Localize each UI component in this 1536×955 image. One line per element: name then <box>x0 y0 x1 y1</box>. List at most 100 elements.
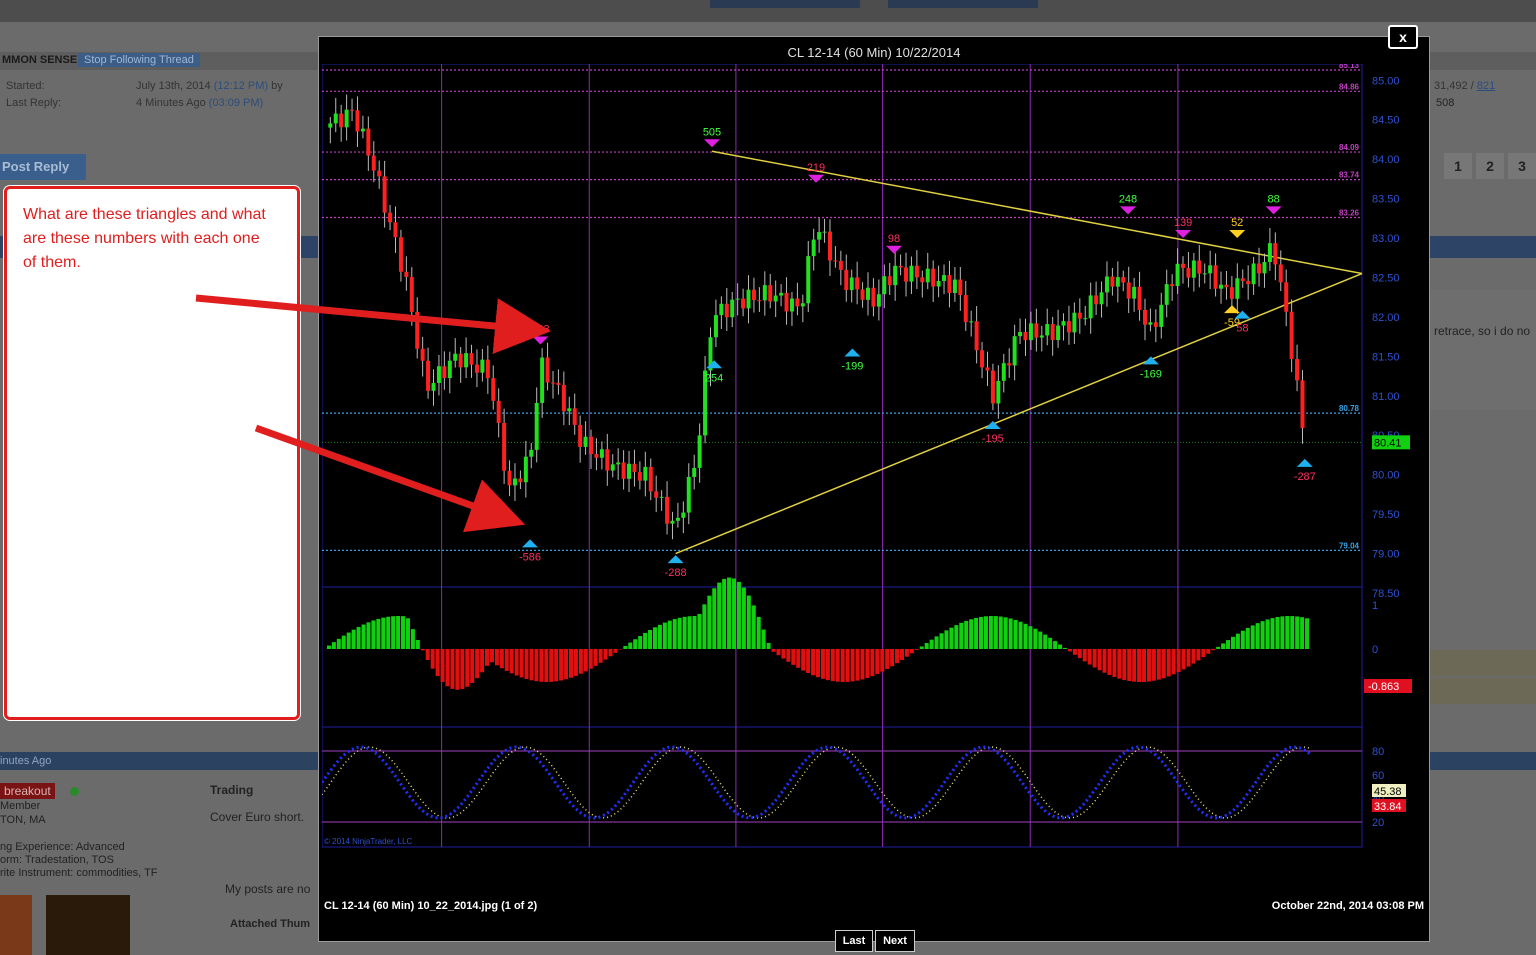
page-3-link[interactable]: 3 <box>1508 153 1536 179</box>
macd-bar <box>796 649 801 668</box>
stop-following-button[interactable]: Stop Following Thread <box>78 53 200 67</box>
macd-bar <box>830 649 835 682</box>
last-button[interactable]: Last <box>835 930 873 952</box>
price-tick-label: 83.50 <box>1372 194 1400 206</box>
username-badge[interactable]: breakout <box>0 783 55 799</box>
macd-bar <box>559 649 564 681</box>
stats-link-2[interactable]: 508 <box>1436 97 1454 109</box>
candle-body <box>713 315 718 338</box>
macd-bar <box>895 649 900 664</box>
macd-bar <box>924 643 929 649</box>
macd-bar <box>1122 649 1127 681</box>
stats-views: 31,492 / <box>1434 80 1474 92</box>
stats-link[interactable]: 821 <box>1477 80 1495 92</box>
close-button[interactable]: x <box>1388 25 1418 49</box>
candle-body <box>855 277 860 290</box>
last-reply-label: Last Reply: <box>6 97 62 109</box>
candle-body <box>1224 284 1229 288</box>
macd-bar <box>697 613 702 649</box>
post-footer: My posts are no <box>225 882 311 896</box>
macd-bar <box>998 616 1003 649</box>
candle-body <box>1219 284 1224 289</box>
macd-bar <box>1102 649 1107 673</box>
macd-bar <box>1028 626 1033 649</box>
candle-body <box>480 359 485 373</box>
candle-body <box>366 128 371 156</box>
macd-bar <box>583 649 588 672</box>
swing-high-label: 52 <box>1231 217 1243 229</box>
candle-body <box>1213 265 1218 289</box>
macd-bar <box>336 638 341 649</box>
swing-high-label: 243 <box>531 324 549 336</box>
macd-bar <box>1127 649 1132 682</box>
swing-low-label: -169 <box>1140 368 1162 380</box>
candle-body <box>697 435 702 468</box>
macd-bar <box>504 649 509 671</box>
price-tick-label: 80.00 <box>1372 470 1400 482</box>
book-thumbnail[interactable] <box>0 895 32 955</box>
macd-bar <box>643 632 648 649</box>
macd-bar <box>1023 623 1028 649</box>
candle-body <box>1050 324 1055 341</box>
candle-body <box>621 462 626 479</box>
macd-bar <box>326 645 331 649</box>
macd-bar <box>1221 643 1226 649</box>
macd-bar <box>1295 616 1300 649</box>
candle-body <box>572 408 577 425</box>
candle-body <box>529 449 534 457</box>
user-instrument: rite Instrument: commodities, TF <box>0 867 158 879</box>
candle-body <box>485 359 490 379</box>
candle-body <box>1175 263 1180 287</box>
price-tick-label: 82.50 <box>1372 272 1400 284</box>
online-status-icon <box>70 787 79 796</box>
macd-bar <box>662 622 667 649</box>
macd-bar <box>1137 649 1142 682</box>
macd-bar <box>811 649 816 676</box>
stoch-tick-label: 80 <box>1372 746 1384 758</box>
macd-bar <box>465 649 470 687</box>
next-button[interactable]: Next <box>875 930 915 952</box>
macd-bar <box>425 649 430 661</box>
price-tick-label: 79.00 <box>1372 549 1400 561</box>
macd-bar <box>475 649 480 679</box>
candle-body <box>751 289 756 301</box>
candle-body <box>1083 318 1088 320</box>
macd-bar <box>415 639 420 649</box>
macd-bar <box>870 649 875 677</box>
book-thumbnail[interactable] <box>46 895 130 955</box>
candle-body <box>648 466 653 492</box>
candle-body <box>1164 284 1169 305</box>
candle-body <box>1034 323 1039 338</box>
macd-bar <box>1117 649 1122 679</box>
post-reply-button[interactable]: Post Reply <box>0 154 86 180</box>
macd-bar <box>509 649 514 674</box>
right-band <box>1428 236 1536 258</box>
macd-bar <box>1201 649 1206 658</box>
macd-bar <box>514 649 519 676</box>
macd-bar <box>1240 630 1245 649</box>
candle-body <box>1181 263 1186 268</box>
candle-body <box>1072 312 1077 333</box>
page-1-link[interactable]: 1 <box>1444 153 1472 179</box>
swing-high-label: 248 <box>1119 193 1137 205</box>
macd-bar <box>554 649 559 682</box>
candle-body <box>1045 324 1050 336</box>
top-nav-button[interactable] <box>710 0 860 8</box>
candle-body <box>909 265 914 282</box>
macd-bar <box>1058 644 1063 649</box>
candle-body <box>610 464 615 471</box>
macd-bar <box>1008 618 1013 649</box>
macd-bar <box>1260 621 1265 649</box>
macd-bar <box>954 625 959 649</box>
macd-bar <box>840 649 845 682</box>
candle-body <box>838 260 843 270</box>
price-tick-label: 83.00 <box>1372 233 1400 245</box>
macd-bar <box>786 649 791 662</box>
macd-bar <box>707 595 712 649</box>
macd-bar <box>929 639 934 649</box>
top-nav-button[interactable] <box>888 0 1038 8</box>
candle-body <box>958 279 963 296</box>
macd-tick-label: 1 <box>1372 600 1378 612</box>
page-2-link[interactable]: 2 <box>1476 153 1504 179</box>
candle-body <box>1039 335 1044 338</box>
